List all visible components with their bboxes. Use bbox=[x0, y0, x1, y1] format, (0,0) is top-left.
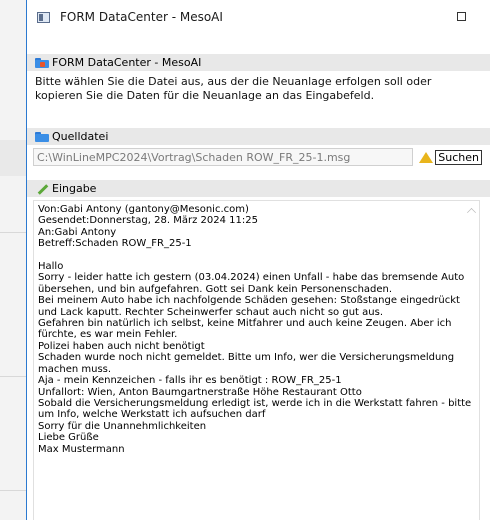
window-titlebar: FORM DataCenter - MesoAI bbox=[27, 0, 490, 34]
input-section-header: Eingabe bbox=[27, 180, 490, 197]
background-divider bbox=[0, 490, 26, 491]
search-button-label: Suchen bbox=[435, 149, 482, 165]
datacenter-dialog: FORM DataCenter - MesoAI FORM DataCenter… bbox=[26, 0, 490, 520]
background-divider bbox=[0, 232, 26, 233]
source-file-input[interactable] bbox=[33, 148, 414, 166]
source-section-title: Quelldatei bbox=[52, 130, 109, 143]
pencil-icon bbox=[35, 183, 49, 195]
form-section-title: FORM DataCenter - MesoAI bbox=[52, 56, 202, 69]
maximize-button[interactable] bbox=[457, 12, 466, 21]
background-panel-band bbox=[0, 140, 26, 176]
source-file-row: Suchen bbox=[33, 148, 482, 166]
source-section-header: Quelldatei bbox=[27, 128, 490, 145]
input-text-area[interactable]: Von:Gabi Antony (gantony@Mesonic.com) Ge… bbox=[33, 200, 480, 520]
window-title: FORM DataCenter - MesoAI bbox=[60, 10, 223, 24]
input-section-title: Eingabe bbox=[52, 182, 97, 195]
background-divider bbox=[0, 376, 26, 377]
form-description: Bitte wählen Sie die Datei aus, aus der … bbox=[35, 75, 432, 102]
warning-icon bbox=[419, 151, 434, 163]
folder-icon bbox=[35, 131, 49, 142]
folder-icon bbox=[35, 57, 49, 68]
app-window-icon bbox=[37, 11, 50, 23]
search-button[interactable]: Suchen bbox=[419, 149, 482, 165]
background-app-panel bbox=[0, 0, 26, 520]
form-section-header: FORM DataCenter - MesoAI bbox=[27, 54, 490, 71]
